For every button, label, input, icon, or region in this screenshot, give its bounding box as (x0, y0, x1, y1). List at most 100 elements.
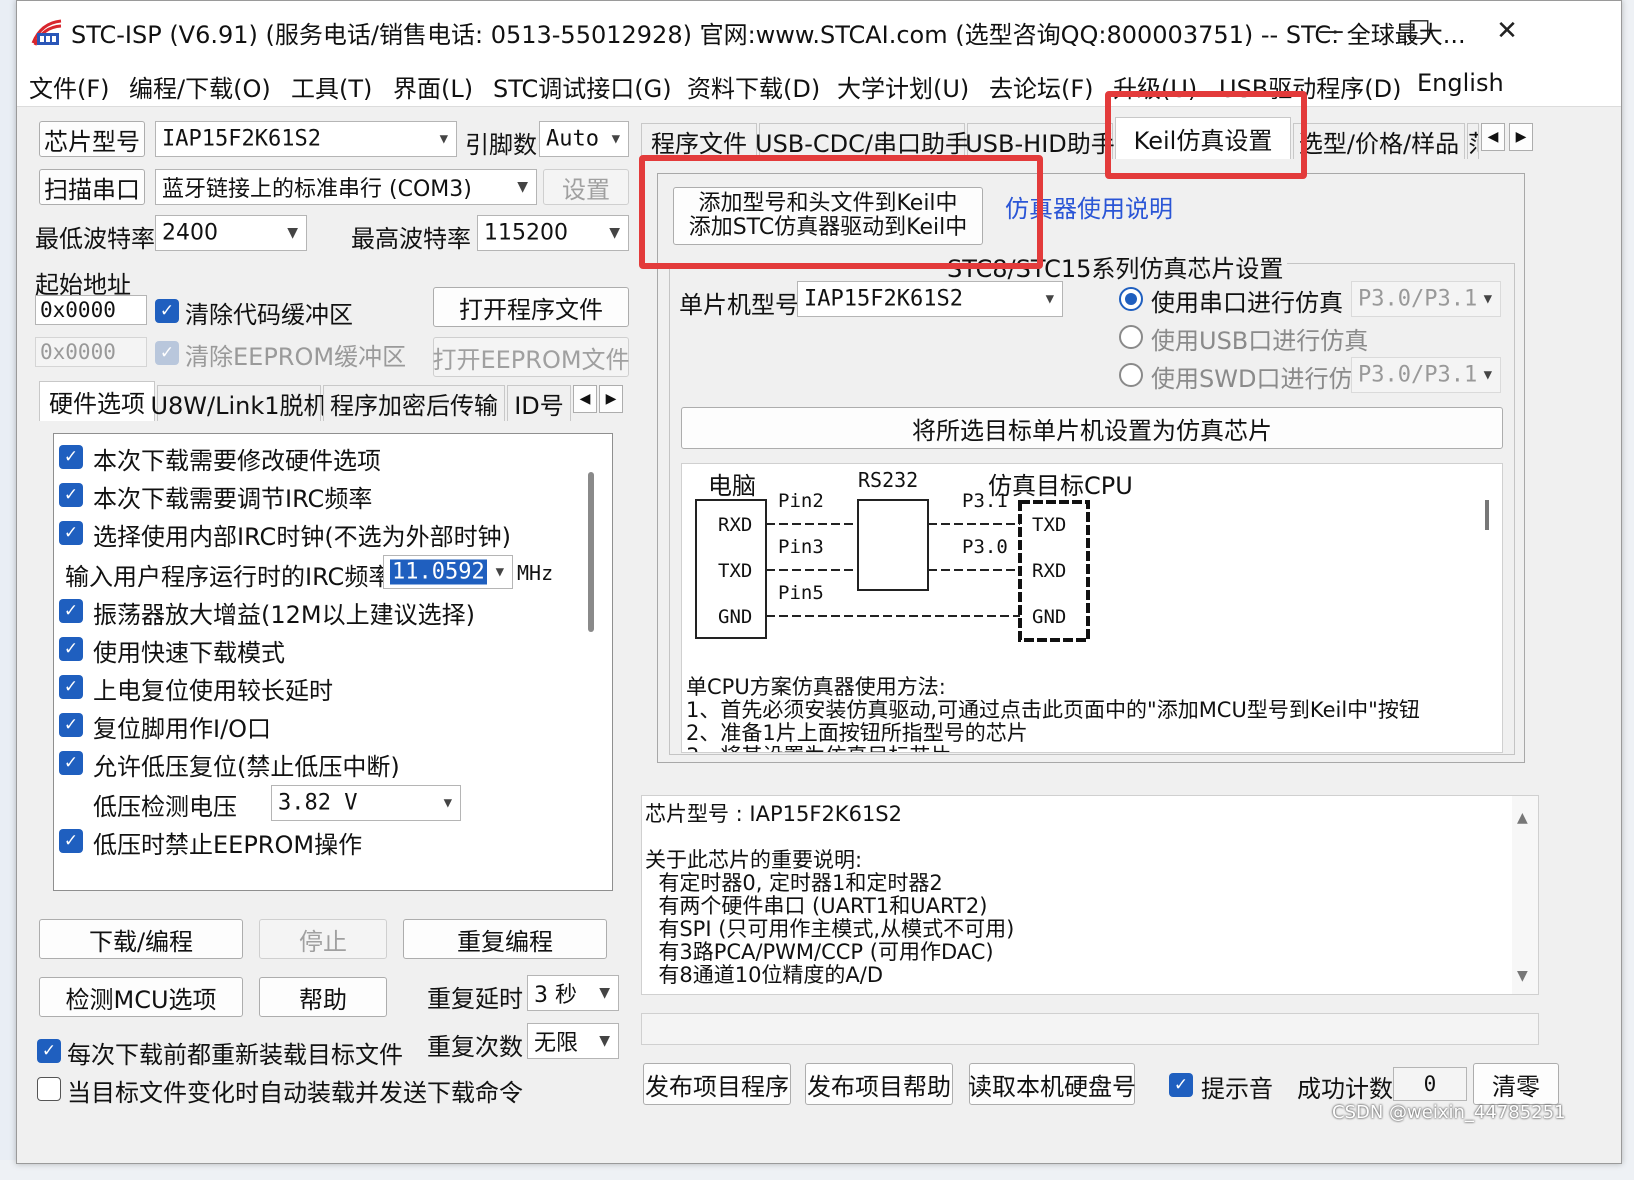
min-baud-select[interactable]: 2400 ▼ (155, 215, 307, 251)
lvd-value: 3.82 V (278, 790, 358, 816)
tab-program-file[interactable]: 程序文件 (641, 123, 757, 159)
close-button[interactable]: ✕ (1477, 9, 1537, 53)
tab-encrypted-transfer[interactable]: 程序加密后传输 (323, 385, 505, 421)
diagram-target-txd: TXD (1032, 514, 1067, 536)
min-baud-value: 2400 (162, 220, 218, 246)
set-target-chip-button[interactable]: 将所选目标单片机设置为仿真芯片 (681, 407, 1503, 449)
auto-reload-checkbox[interactable] (37, 1077, 61, 1101)
lvd-select[interactable]: 3.82 V ▼ (271, 785, 461, 821)
menu-forum[interactable]: 去论坛(F) (989, 69, 1094, 104)
max-baud-select[interactable]: 115200 ▼ (477, 215, 629, 251)
beep-checkbox[interactable]: ✓ (1169, 1073, 1193, 1097)
menu-download-docs[interactable]: 资料下载(D) (687, 69, 820, 104)
radio-usb-emulation[interactable] (1119, 325, 1143, 349)
publish-program-button[interactable]: 发布项目程序 (643, 1063, 791, 1105)
help-button[interactable]: 帮助 (259, 977, 387, 1017)
code-address-input[interactable]: 0x0000 (35, 295, 147, 325)
reload-each-label: 每次下载前都重新装载目标文件 (67, 1041, 403, 1069)
option-checkbox-3[interactable]: ✓ (59, 521, 83, 545)
menu-debug[interactable]: STC调试接口(G) (493, 69, 672, 104)
repeat-count-select[interactable]: 无限 ▼ (527, 1023, 619, 1059)
right-tab-scroll-right-icon[interactable]: ▶ (1509, 123, 1533, 151)
info-scrollbar[interactable]: ▲ ▼ (1512, 796, 1538, 994)
read-disk-id-button[interactable]: 读取本机硬盘号 (968, 1063, 1136, 1105)
right-tab-scroll-left-icon[interactable]: ◀ (1481, 123, 1505, 151)
diagram-target-label: 仿真目标CPU (988, 472, 1133, 500)
open-program-button[interactable]: 打开程序文件 (433, 287, 629, 327)
options-scrollbar[interactable] (588, 472, 594, 632)
clear-code-checkbox[interactable]: ✓ (155, 299, 179, 323)
info-line-5: 有两个硬件串口 (UART1和UART2) (645, 894, 988, 918)
option-checkbox-5[interactable]: ✓ (59, 637, 83, 661)
open-eeprom-button[interactable]: 打开EEPROM文件 (432, 337, 630, 377)
option-checkbox-8[interactable]: ✓ (59, 751, 83, 775)
menu-tools[interactable]: 工具(T) (291, 69, 372, 104)
keil-tab-highlight (1105, 91, 1307, 179)
repeat-delay-select[interactable]: 3 秒 ▼ (527, 975, 619, 1011)
option-checkbox-1[interactable]: ✓ (59, 445, 83, 469)
option-checkbox-4[interactable]: ✓ (59, 599, 83, 623)
scroll-up-icon[interactable]: ▲ (1517, 810, 1528, 826)
chip-model-value: IAP15F2K61S2 (162, 126, 321, 152)
menu-interface[interactable]: 界面(L) (393, 69, 473, 104)
chip-model-button[interactable]: 芯片型号 (39, 121, 145, 157)
download-program-button[interactable]: 下载/编程 (39, 919, 243, 959)
stop-button[interactable]: 停止 (259, 919, 387, 959)
option-checkbox-6[interactable]: ✓ (59, 675, 83, 699)
minimize-button[interactable]: — (1301, 9, 1361, 53)
menu-program[interactable]: 编程/下载(O) (129, 69, 271, 104)
mcu-model-select[interactable]: IAP15F2K61S2 ▼ (797, 281, 1063, 317)
irc-frequency-select[interactable]: 11.0592 ▼ (383, 555, 513, 589)
tab-usb-cdc-serial[interactable]: USB-CDC/串口助手 (755, 123, 969, 159)
diagram-target-rxd: RXD (1032, 560, 1067, 582)
radio-swd-emulation[interactable] (1119, 363, 1143, 387)
max-baud-value: 115200 (484, 220, 568, 246)
menu-university[interactable]: 大学计划(U) (837, 69, 969, 104)
window-title: STC-ISP (V6.91) (服务电话/销售电话: 0513-5501292… (71, 21, 1466, 49)
option-checkbox-9[interactable]: ✓ (59, 829, 83, 853)
clear-count-button[interactable]: 清零 (1473, 1063, 1559, 1105)
radio-serial-emulation[interactable] (1119, 287, 1143, 311)
tab-more[interactable]: 范 (1467, 123, 1479, 159)
chevron-down-icon: ▼ (1483, 291, 1492, 307)
info-line-8: 有8通道10位精度的A/D (645, 963, 884, 987)
tab-hardware-options[interactable]: 硬件选项 (39, 381, 155, 421)
menu-file[interactable]: 文件(F) (29, 69, 110, 104)
port-settings-button[interactable]: 设置 (543, 169, 629, 205)
tab-selection-price[interactable]: 选型/价格/样品 (1293, 123, 1465, 159)
auto-reload-label: 当目标文件变化时自动装载并发送下载命令 (67, 1079, 523, 1107)
irc-frequency-value: 11.0592 (390, 559, 487, 585)
radio-serial-label: 使用串口进行仿真 (1151, 289, 1343, 317)
max-baud-label: 最高波特率 (351, 225, 471, 253)
port-select[interactable]: 蓝牙链接上的标准串行 (COM3) ▼ (155, 169, 537, 205)
tab-scroll-left-icon[interactable]: ◀ (573, 385, 597, 413)
reprogram-button[interactable]: 重复编程 (403, 919, 607, 959)
tab-scroll-right-icon[interactable]: ▶ (599, 385, 623, 413)
diagram-pin3: Pin3 (778, 536, 824, 558)
chip-model-select[interactable]: IAP15F2K61S2 ▼ (155, 121, 457, 157)
diagram-pc-gnd: GND (718, 606, 753, 628)
option-checkbox-2[interactable]: ✓ (59, 483, 83, 507)
irc-frequency-label: 输入用户程序运行时的IRC频率 (65, 563, 393, 591)
swd-port-select[interactable]: P3.0/P3.1 ▼ (1351, 357, 1501, 393)
eeprom-address-input[interactable]: 0x0000 (35, 337, 147, 367)
detect-mcu-button[interactable]: 检测MCU选项 (39, 977, 243, 1017)
repeat-count-value: 无限 (534, 1031, 579, 1056)
port-value: 蓝牙链接上的标准串行 (COM3) (162, 177, 472, 202)
option-label-7: 复位脚用作I/O口 (93, 715, 272, 743)
stc-isp-window: STC-ISP (V6.91) (服务电话/销售电话: 0513-5501292… (16, 0, 1622, 1164)
menu-english[interactable]: English (1417, 69, 1504, 97)
publish-help-button[interactable]: 发布项目帮助 (805, 1063, 953, 1105)
reload-each-checkbox[interactable]: ✓ (37, 1039, 61, 1063)
clear-eeprom-checkbox[interactable]: ✓ (155, 341, 179, 365)
option-checkbox-7[interactable]: ✓ (59, 713, 83, 737)
tab-u8w-link1[interactable]: U8W/Link1脱机 (150, 385, 328, 421)
pins-select[interactable]: Auto ▼ (539, 121, 629, 157)
tab-usb-hid[interactable]: USB-HID助手 (965, 123, 1115, 159)
serial-port-select[interactable]: P3.0/P3.1 ▼ (1351, 281, 1501, 317)
scroll-down-icon[interactable]: ▼ (1517, 968, 1528, 984)
option-label-2: 本次下载需要调节IRC频率 (93, 485, 373, 513)
maximize-button[interactable]: ☐ (1389, 9, 1449, 53)
scan-port-button[interactable]: 扫描串口 (39, 169, 145, 205)
tab-id-number[interactable]: ID号 (507, 385, 571, 421)
